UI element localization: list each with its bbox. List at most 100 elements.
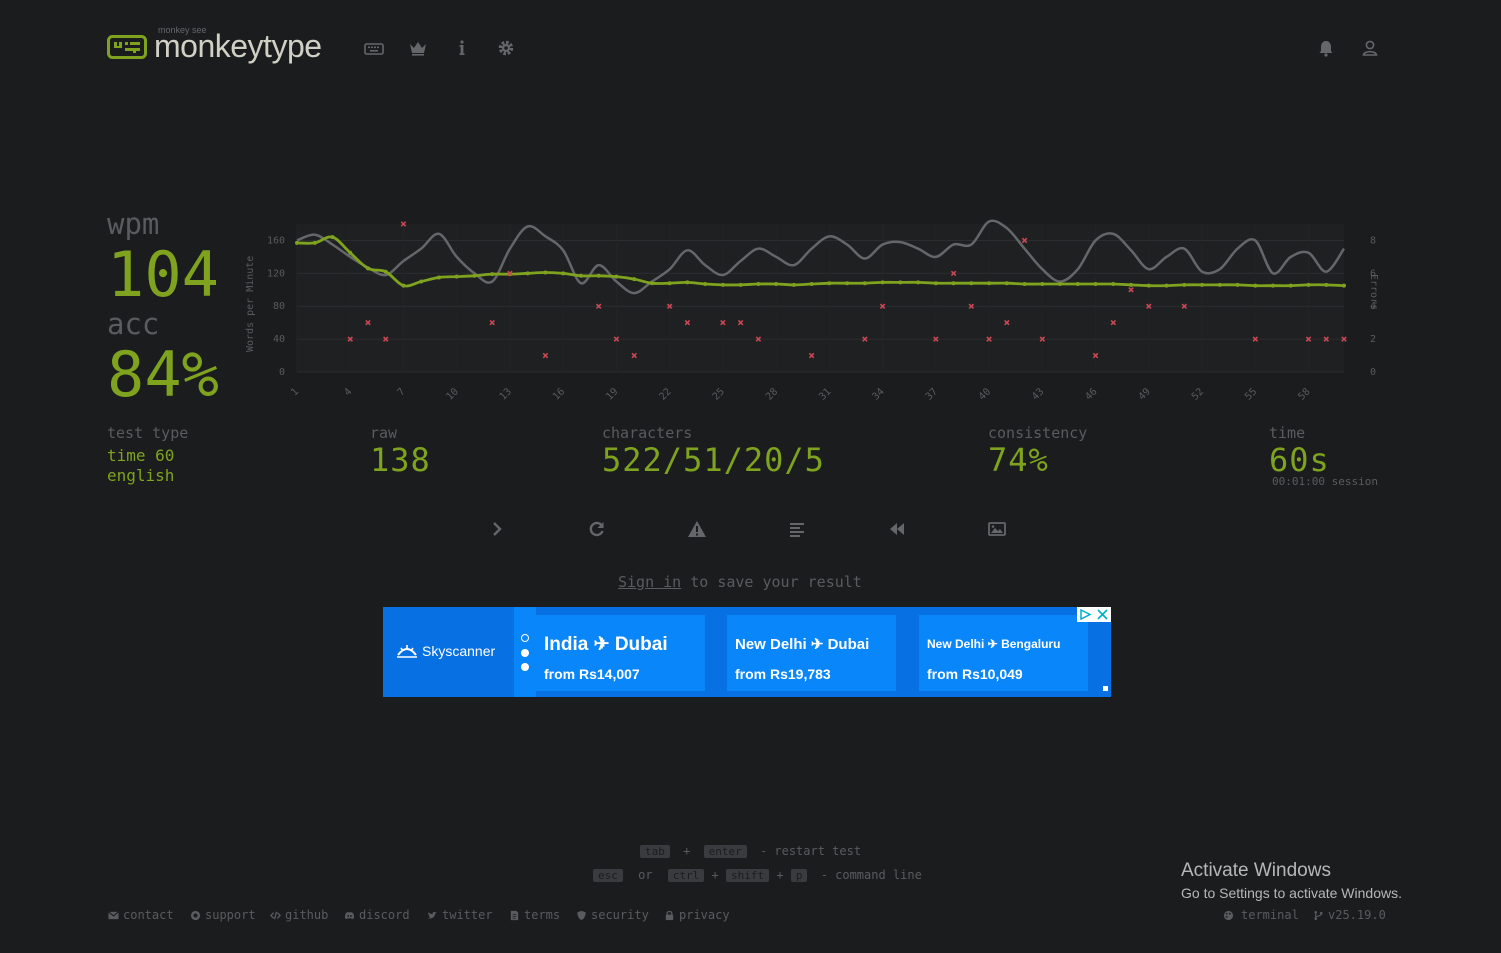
report-words-button[interactable] bbox=[687, 519, 707, 539]
wpm-point bbox=[1253, 283, 1258, 288]
wpm-point bbox=[880, 280, 885, 285]
characters-value: 522/51/20/5 bbox=[602, 441, 825, 479]
ad-pager-dot[interactable] bbox=[521, 649, 529, 657]
wpm-point bbox=[1235, 282, 1240, 287]
ad-pager-dot[interactable] bbox=[521, 634, 529, 642]
x-tick-label: 7 bbox=[396, 386, 408, 398]
footer-security[interactable]: security bbox=[576, 908, 649, 922]
ad-card[interactable]: New Delhi ✈ Dubai from Rs19,783 bbox=[727, 615, 896, 691]
wpm-point bbox=[1182, 282, 1187, 287]
ad-pager-dot[interactable] bbox=[521, 663, 529, 671]
image-icon bbox=[988, 522, 1006, 536]
wpm-point bbox=[543, 270, 548, 275]
wpm-point bbox=[312, 240, 317, 245]
signin-text: to save your result bbox=[681, 573, 862, 591]
y-tick-label: 80 bbox=[273, 301, 285, 312]
wpm-point bbox=[330, 235, 335, 240]
wpm-point bbox=[1324, 282, 1329, 287]
ad-card-price: from Rs19,783 bbox=[735, 666, 831, 682]
x-tick-label: 43 bbox=[1030, 386, 1046, 402]
wpm-chart: 16012080400 86420 1 4 7 10 13 16 19 22 25 28 31 34 3… bbox=[245, 219, 1379, 403]
footer-contact[interactable]: contact bbox=[108, 908, 174, 922]
session-time: 00:01:00 session bbox=[1272, 475, 1378, 488]
save-screenshot-button[interactable] bbox=[987, 519, 1007, 539]
ctrl-key: ctrl bbox=[667, 869, 705, 882]
footer-support-label: support bbox=[205, 908, 256, 922]
y-tick-label: 0 bbox=[279, 367, 285, 378]
x-tick-label: 28 bbox=[764, 386, 780, 402]
wpm-point bbox=[703, 282, 708, 287]
wpm-point bbox=[1146, 283, 1151, 288]
y2-tick-label: 0 bbox=[1370, 367, 1376, 378]
restart-hint-text: - restart test bbox=[759, 844, 862, 858]
footer-discord[interactable]: discord bbox=[344, 908, 410, 922]
footer-theme-label: terminal bbox=[1241, 908, 1299, 922]
ad-brand: Skyscanner bbox=[396, 643, 495, 659]
test-type-label: test type bbox=[107, 424, 189, 442]
donate-icon bbox=[190, 910, 201, 920]
ad-close-icon[interactable] bbox=[1094, 607, 1111, 622]
raw-value: 138 bbox=[370, 441, 431, 479]
wpm-point bbox=[1129, 282, 1134, 287]
wpm-point bbox=[898, 280, 903, 285]
watch-replay-button[interactable] bbox=[887, 519, 907, 539]
wpm-point bbox=[383, 269, 388, 274]
footer-version[interactable]: v25.19.0 bbox=[1313, 908, 1386, 922]
wpm-point bbox=[348, 250, 353, 255]
wpm-point bbox=[987, 281, 992, 286]
wpm-point bbox=[649, 281, 654, 286]
footer-terms[interactable]: terms bbox=[509, 908, 560, 922]
wpm-point bbox=[969, 281, 974, 286]
footer-terms-label: terms bbox=[524, 908, 561, 922]
logo-text[interactable]: monkeytype bbox=[154, 28, 322, 65]
acc-value: 84% bbox=[107, 338, 219, 411]
keyboard-icon[interactable] bbox=[364, 38, 384, 58]
wpm-point bbox=[1040, 282, 1045, 287]
footer-contact-label: contact bbox=[123, 908, 174, 922]
crown-icon[interactable] bbox=[408, 38, 428, 58]
consistency-value: 74% bbox=[988, 441, 1049, 479]
windows-activation-title: Activate Windows bbox=[1181, 860, 1331, 881]
ad-pager[interactable] bbox=[514, 607, 536, 697]
info-icon[interactable] bbox=[452, 38, 472, 58]
word-history-button[interactable] bbox=[787, 519, 807, 539]
x-tick-label: 1 bbox=[289, 386, 301, 398]
discord-icon bbox=[344, 911, 355, 919]
windows-activation-subtitle: Go to Settings to activate Windows. bbox=[1181, 885, 1402, 901]
wpm-point bbox=[1342, 283, 1346, 288]
wpm-point bbox=[614, 274, 619, 279]
ad-brand-name: Skyscanner bbox=[422, 643, 496, 659]
chevron-right-icon bbox=[493, 522, 502, 536]
signin-prompt: Sign in to save your result bbox=[618, 573, 862, 591]
footer-support[interactable]: support bbox=[190, 908, 256, 922]
lock-icon bbox=[665, 910, 674, 920]
logo-icon[interactable] bbox=[107, 35, 147, 59]
ad-card[interactable]: New Delhi ✈ Bengaluru from Rs10,049 bbox=[919, 615, 1088, 691]
footer-github[interactable]: github bbox=[270, 908, 328, 922]
wpm-point bbox=[1093, 282, 1098, 287]
x-tick-label: 55 bbox=[1243, 386, 1259, 402]
ad-banner[interactable]: Skyscanner India ✈ Dubai from Rs14,007 N… bbox=[383, 607, 1111, 697]
footer-twitter-label: twitter bbox=[442, 908, 493, 922]
footer-theme[interactable]: terminal bbox=[1223, 908, 1299, 922]
wpm-point bbox=[720, 282, 725, 287]
command-hint-text: - command line bbox=[820, 868, 922, 882]
bell-icon[interactable] bbox=[1316, 38, 1336, 58]
wpm-point bbox=[1022, 282, 1027, 287]
wpm-label: wpm bbox=[107, 207, 160, 241]
restart-test-button[interactable] bbox=[587, 519, 607, 539]
y2-tick-label: 8 bbox=[1370, 235, 1376, 246]
ad-card-price: from Rs10,049 bbox=[927, 666, 1023, 682]
next-test-button[interactable] bbox=[487, 519, 507, 539]
gear-icon[interactable] bbox=[496, 38, 516, 58]
wpm-point bbox=[295, 240, 299, 245]
user-icon[interactable] bbox=[1360, 38, 1380, 58]
adchoices-icon[interactable] bbox=[1077, 607, 1094, 622]
wpm-point bbox=[1271, 283, 1276, 288]
x-tick-label: 31 bbox=[817, 386, 833, 402]
footer-privacy[interactable]: privacy bbox=[664, 908, 730, 922]
footer-twitter[interactable]: twitter bbox=[427, 908, 493, 922]
x-tick-label: 19 bbox=[604, 386, 620, 402]
ad-card[interactable]: India ✈ Dubai from Rs14,007 bbox=[536, 615, 705, 691]
signin-link[interactable]: Sign in bbox=[618, 573, 681, 591]
